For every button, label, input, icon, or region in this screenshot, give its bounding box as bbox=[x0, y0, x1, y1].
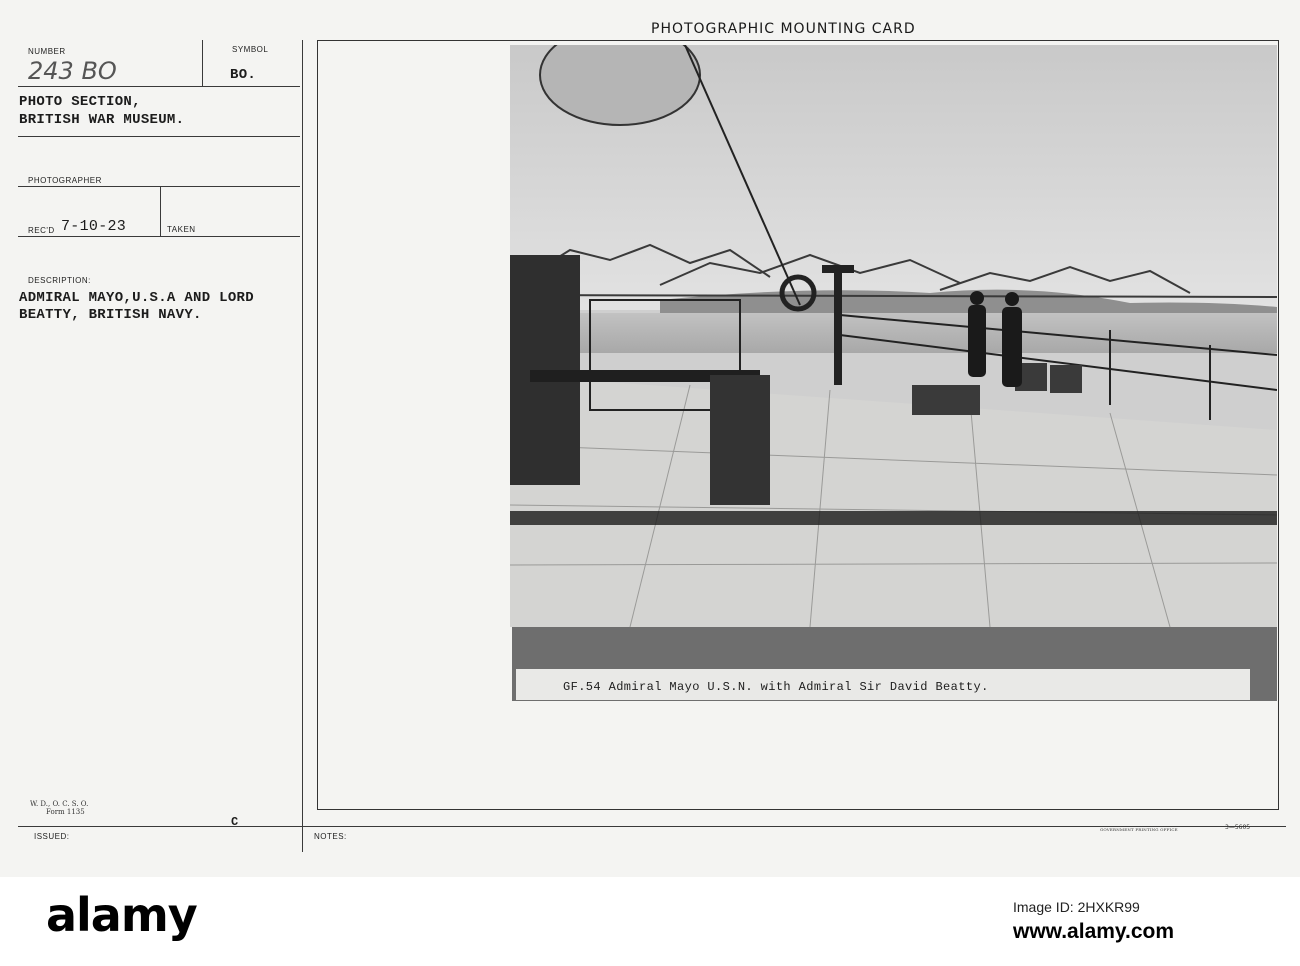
photo-caption: GF.54 Admiral Mayo U.S.N. with Admiral S… bbox=[563, 680, 989, 694]
divider bbox=[18, 136, 300, 137]
recd-value: 7-10-23 bbox=[61, 218, 127, 235]
stand bbox=[710, 375, 770, 505]
divider bbox=[18, 236, 300, 237]
notes-label: NOTES: bbox=[314, 832, 347, 841]
card-title: PHOTOGRAPHIC MOUNTING CARD bbox=[651, 21, 916, 37]
divider bbox=[18, 186, 300, 187]
divider bbox=[160, 187, 161, 236]
alamy-logo: alamy bbox=[46, 888, 198, 942]
description-line-1: ADMIRAL MAYO,U.S.A AND LORD bbox=[19, 290, 254, 306]
bollard bbox=[1050, 365, 1082, 393]
number-label: NUMBER bbox=[28, 47, 66, 56]
photographer-label: PHOTOGRAPHER bbox=[28, 176, 102, 185]
divider bbox=[18, 826, 1286, 827]
description-label: DESCRIPTION: bbox=[28, 276, 91, 285]
watermark-url[interactable]: www.alamy.com bbox=[1013, 920, 1174, 944]
mounting-card: PHOTOGRAPHIC MOUNTING CARD NUMBER 243 BO… bbox=[0, 0, 1300, 877]
symbol-label: SYMBOL bbox=[232, 45, 269, 54]
ship-deck-photograph bbox=[510, 45, 1277, 627]
divider bbox=[18, 86, 300, 87]
issued-label: ISSUED: bbox=[34, 832, 70, 841]
deck bbox=[510, 375, 1277, 627]
photo-illustration bbox=[510, 45, 1277, 627]
form-line-2: Form 1135 bbox=[46, 808, 85, 816]
image-id: Image ID: 2HXKR99 bbox=[1013, 899, 1140, 915]
foreground-rail bbox=[510, 511, 1277, 525]
description-line-2: BEATTY, BRITISH NAVY. bbox=[19, 307, 202, 323]
taken-label: TAKEN bbox=[167, 225, 196, 234]
recd-label: REC'D bbox=[28, 226, 55, 235]
symbol-value: BO. bbox=[230, 67, 257, 83]
section-line-2: BRITISH WAR MUSEUM. bbox=[19, 112, 185, 128]
print-code: 3—5605 bbox=[1225, 824, 1251, 831]
divider bbox=[202, 40, 203, 87]
mast bbox=[834, 265, 842, 385]
form-line-1: W. D., O. C. S. O. bbox=[30, 800, 89, 808]
section-line-1: PHOTO SECTION, bbox=[19, 94, 141, 110]
number-value: 243 BO bbox=[28, 57, 117, 85]
divider bbox=[302, 40, 303, 852]
gpo-text: GOVERNMENT PRINTING OFFICE bbox=[1100, 827, 1178, 832]
c-mark: C bbox=[231, 815, 239, 829]
